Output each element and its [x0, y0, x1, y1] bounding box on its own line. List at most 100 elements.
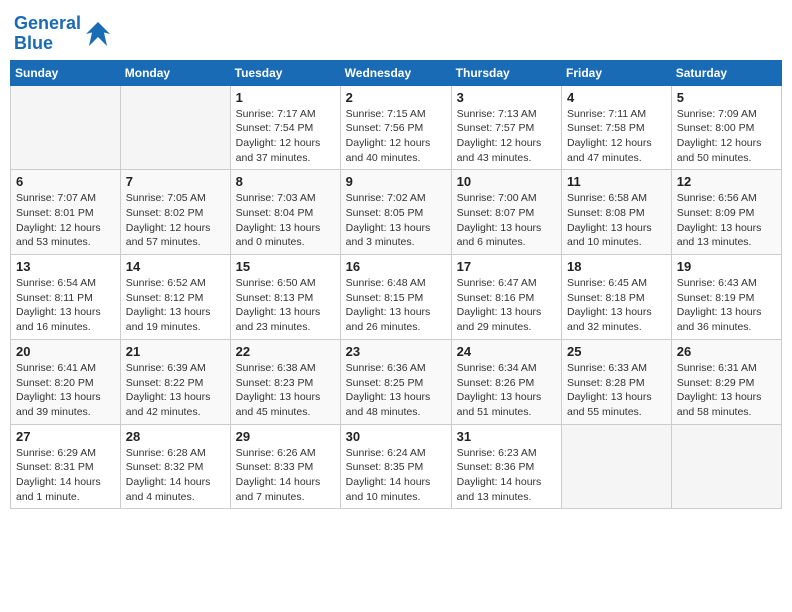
day-number: 6 [16, 174, 115, 189]
day-header-wednesday: Wednesday [340, 60, 451, 85]
cell-text: Sunrise: 6:39 AM [126, 361, 225, 376]
calendar-cell: 9Sunrise: 7:02 AMSunset: 8:05 PMDaylight… [340, 170, 451, 255]
day-number: 2 [346, 90, 446, 105]
calendar-cell [11, 85, 121, 170]
cell-text: Sunset: 8:26 PM [457, 376, 556, 391]
cell-text: Sunrise: 6:29 AM [16, 446, 115, 461]
day-header-saturday: Saturday [671, 60, 781, 85]
cell-text: Sunset: 7:54 PM [236, 121, 335, 136]
calendar-week-row: 20Sunrise: 6:41 AMSunset: 8:20 PMDayligh… [11, 339, 782, 424]
cell-text: Sunrise: 7:17 AM [236, 107, 335, 122]
day-number: 5 [677, 90, 776, 105]
cell-text: Daylight: 13 hours and 13 minutes. [677, 221, 776, 250]
cell-text: Sunrise: 6:48 AM [346, 276, 446, 291]
cell-text: Sunset: 8:33 PM [236, 460, 335, 475]
calendar-cell: 11Sunrise: 6:58 AMSunset: 8:08 PMDayligh… [562, 170, 672, 255]
cell-text: Daylight: 14 hours and 4 minutes. [126, 475, 225, 504]
day-number: 12 [677, 174, 776, 189]
day-number: 27 [16, 429, 115, 444]
cell-text: Daylight: 12 hours and 40 minutes. [346, 136, 446, 165]
cell-text: Sunrise: 6:58 AM [567, 191, 666, 206]
cell-text: Sunrise: 6:23 AM [457, 446, 556, 461]
day-number: 3 [457, 90, 556, 105]
cell-text: Sunset: 8:02 PM [126, 206, 225, 221]
cell-text: Daylight: 12 hours and 37 minutes. [236, 136, 335, 165]
cell-text: Daylight: 13 hours and 32 minutes. [567, 305, 666, 334]
calendar-cell: 4Sunrise: 7:11 AMSunset: 7:58 PMDaylight… [562, 85, 672, 170]
calendar-cell: 28Sunrise: 6:28 AMSunset: 8:32 PMDayligh… [120, 424, 230, 509]
day-number: 21 [126, 344, 225, 359]
day-number: 1 [236, 90, 335, 105]
cell-text: Daylight: 13 hours and 29 minutes. [457, 305, 556, 334]
cell-text: Daylight: 13 hours and 36 minutes. [677, 305, 776, 334]
day-header-thursday: Thursday [451, 60, 561, 85]
day-number: 30 [346, 429, 446, 444]
day-number: 16 [346, 259, 446, 274]
cell-text: Sunset: 8:08 PM [567, 206, 666, 221]
cell-text: Sunrise: 7:02 AM [346, 191, 446, 206]
calendar-cell: 6Sunrise: 7:07 AMSunset: 8:01 PMDaylight… [11, 170, 121, 255]
cell-text: Sunset: 8:16 PM [457, 291, 556, 306]
cell-text: Sunrise: 7:00 AM [457, 191, 556, 206]
cell-text: Daylight: 12 hours and 43 minutes. [457, 136, 556, 165]
logo-text: General Blue [14, 14, 81, 54]
cell-text: Daylight: 13 hours and 6 minutes. [457, 221, 556, 250]
day-number: 18 [567, 259, 666, 274]
calendar-week-row: 27Sunrise: 6:29 AMSunset: 8:31 PMDayligh… [11, 424, 782, 509]
day-number: 10 [457, 174, 556, 189]
day-number: 15 [236, 259, 335, 274]
cell-text: Daylight: 13 hours and 48 minutes. [346, 390, 446, 419]
day-number: 8 [236, 174, 335, 189]
calendar-cell: 16 Sunrise: 6:48 AMSunset: 8:15 PMDayligh… [340, 255, 451, 340]
cell-text: Sunset: 8:13 PM [236, 291, 335, 306]
calendar-week-row: 6Sunrise: 7:07 AMSunset: 8:01 PMDaylight… [11, 170, 782, 255]
cell-text: Sunset: 8:18 PM [567, 291, 666, 306]
day-number: 4 [567, 90, 666, 105]
calendar-cell: 22Sunrise: 6:38 AMSunset: 8:23 PMDayligh… [230, 339, 340, 424]
calendar-header-row: SundayMondayTuesdayWednesdayThursdayFrid… [11, 60, 782, 85]
page-header: General Blue [10, 10, 782, 54]
cell-text: Daylight: 13 hours and 16 minutes. [16, 305, 115, 334]
cell-text: Sunrise: 7:05 AM [126, 191, 225, 206]
calendar-table: SundayMondayTuesdayWednesdayThursdayFrid… [10, 60, 782, 510]
cell-text: Daylight: 13 hours and 10 minutes. [567, 221, 666, 250]
cell-text: Daylight: 13 hours and 51 minutes. [457, 390, 556, 419]
day-number: 26 [677, 344, 776, 359]
cell-text: Sunrise: 6:34 AM [457, 361, 556, 376]
calendar-cell: 1 Sunrise: 7:17 AMSunset: 7:54 PMDaylight… [230, 85, 340, 170]
cell-text: Sunset: 8:07 PM [457, 206, 556, 221]
day-number: 29 [236, 429, 335, 444]
cell-text: Sunset: 8:29 PM [677, 376, 776, 391]
cell-text: Daylight: 12 hours and 47 minutes. [567, 136, 666, 165]
day-number: 25 [567, 344, 666, 359]
calendar-cell: 23Sunrise: 6:36 AMSunset: 8:25 PMDayligh… [340, 339, 451, 424]
cell-text: Sunset: 8:11 PM [16, 291, 115, 306]
day-number: 19 [677, 259, 776, 274]
day-number: 23 [346, 344, 446, 359]
calendar-cell: 17Sunrise: 6:47 AMSunset: 8:16 PMDayligh… [451, 255, 561, 340]
logo-icon [83, 19, 113, 49]
cell-text: Daylight: 14 hours and 7 minutes. [236, 475, 335, 504]
day-number: 24 [457, 344, 556, 359]
calendar-cell: 31Sunrise: 6:23 AMSunset: 8:36 PMDayligh… [451, 424, 561, 509]
cell-text: Daylight: 14 hours and 1 minute. [16, 475, 115, 504]
cell-text: Sunset: 8:05 PM [346, 206, 446, 221]
cell-text: Sunset: 7:56 PM [346, 121, 446, 136]
day-number: 22 [236, 344, 335, 359]
cell-text: Sunset: 8:15 PM [346, 291, 446, 306]
cell-text: Sunrise: 6:47 AM [457, 276, 556, 291]
calendar-cell: 26Sunrise: 6:31 AMSunset: 8:29 PMDayligh… [671, 339, 781, 424]
cell-text: Sunrise: 7:07 AM [16, 191, 115, 206]
calendar-week-row: 1Sunrise: 7:17 AMSunset: 7:54 PMDaylight… [11, 85, 782, 170]
calendar-cell: 5Sunrise: 7:09 AMSunset: 8:00 PMDaylight… [671, 85, 781, 170]
cell-text: Sunrise: 6:52 AM [126, 276, 225, 291]
day-number: 20 [16, 344, 115, 359]
day-number: 31 [457, 429, 556, 444]
cell-text: Sunset: 7:58 PM [567, 121, 666, 136]
cell-text: Sunrise: 7:03 AM [236, 191, 335, 206]
cell-text: Daylight: 13 hours and 26 minutes. [346, 305, 446, 334]
day-number: 7 [126, 174, 225, 189]
cell-text: Sunrise: 6:36 AM [346, 361, 446, 376]
calendar-cell: 18Sunrise: 6:45 AMSunset: 8:18 PMDayligh… [562, 255, 672, 340]
cell-text: Sunset: 8:28 PM [567, 376, 666, 391]
